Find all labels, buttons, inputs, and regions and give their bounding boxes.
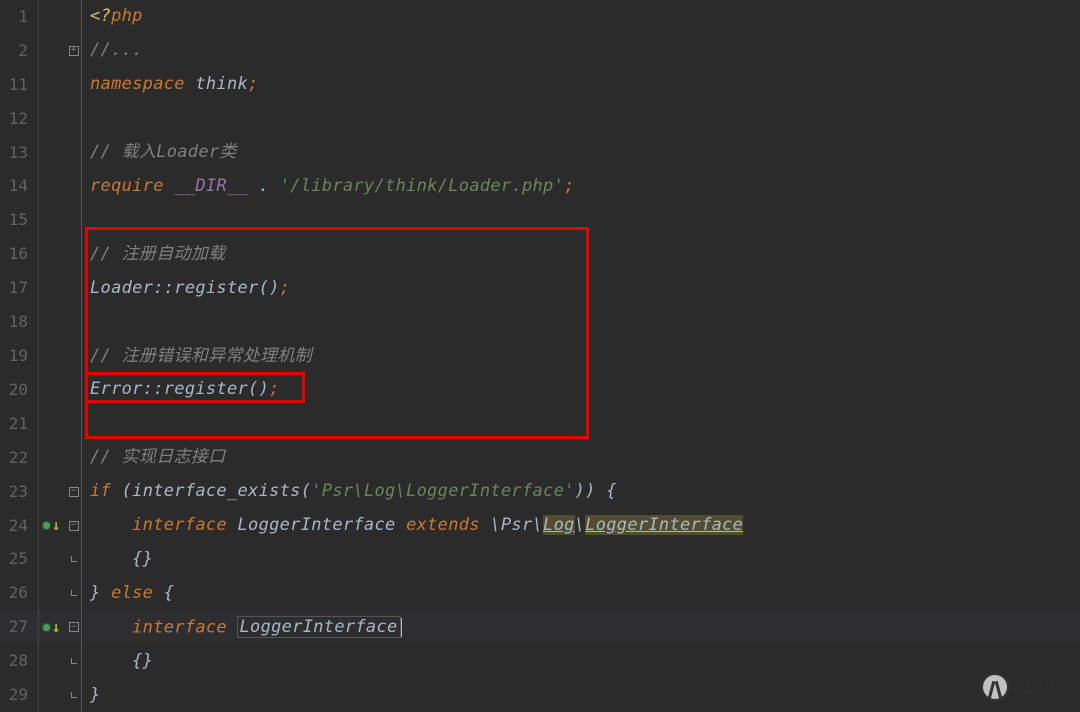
code-line[interactable]: 12 bbox=[0, 102, 1080, 136]
status-gutter: ↓ bbox=[38, 518, 66, 533]
fold-gutter[interactable]: − bbox=[66, 509, 82, 543]
fold-collapse-icon[interactable]: − bbox=[69, 622, 79, 632]
line-number: 11 bbox=[0, 77, 38, 93]
code-content[interactable]: } bbox=[82, 687, 101, 704]
fold-gutter bbox=[66, 0, 82, 34]
fold-gutter bbox=[66, 68, 82, 102]
code-line[interactable]: 16 // 注册自动加载 bbox=[0, 237, 1080, 271]
code-line[interactable]: 19 // 注册错误和异常处理机制 bbox=[0, 339, 1080, 373]
code-line[interactable]: 1 <?php bbox=[0, 0, 1080, 34]
line-number: 13 bbox=[0, 145, 38, 161]
code-line[interactable]: 2 +//... bbox=[0, 34, 1080, 68]
fold-gutter[interactable]: + bbox=[66, 34, 82, 68]
code-content[interactable]: //... bbox=[82, 42, 143, 59]
line-number: 2 bbox=[0, 43, 38, 59]
line-number: 14 bbox=[0, 178, 38, 194]
code-content[interactable]: // 注册错误和异常处理机制 bbox=[82, 348, 312, 365]
line-number: 22 bbox=[0, 450, 38, 466]
fold-end-icon bbox=[71, 556, 77, 562]
line-number: 25 bbox=[0, 551, 38, 567]
fold-gutter[interactable] bbox=[66, 543, 82, 577]
code-editor[interactable]: 1 <?php 2 +//... 11 namespace think; 12 13 // 载入… bbox=[0, 0, 1080, 712]
fold-end-icon bbox=[71, 590, 77, 596]
fold-gutter bbox=[66, 203, 82, 237]
line-number: 24 bbox=[0, 518, 38, 534]
code-line[interactable]: 29} bbox=[0, 678, 1080, 712]
fold-gutter bbox=[66, 305, 82, 339]
fold-gutter bbox=[66, 271, 82, 305]
code-content[interactable]: interface LoggerInterface bbox=[82, 618, 402, 637]
fold-gutter bbox=[66, 441, 82, 475]
fold-gutter bbox=[66, 339, 82, 373]
code-line[interactable]: 15 bbox=[0, 203, 1080, 237]
fold-gutter bbox=[66, 373, 82, 407]
code-content[interactable]: Error::register(); bbox=[82, 381, 280, 398]
line-number: 27 bbox=[0, 619, 38, 635]
fold-gutter[interactable] bbox=[66, 644, 82, 678]
line-number: 15 bbox=[0, 212, 38, 228]
code-content[interactable]: {} bbox=[82, 653, 153, 670]
fold-gutter bbox=[66, 102, 82, 136]
line-number: 12 bbox=[0, 111, 38, 127]
text-cursor bbox=[400, 618, 402, 637]
fold-expand-icon[interactable]: + bbox=[69, 46, 79, 56]
line-number: 26 bbox=[0, 585, 38, 601]
line-number: 21 bbox=[0, 416, 38, 432]
code-content[interactable]: // 载入Loader类 bbox=[82, 144, 237, 161]
fold-end-icon bbox=[71, 692, 77, 698]
interface-status-icon[interactable]: ↓ bbox=[43, 620, 60, 635]
code-line[interactable]: 17 Loader::register(); bbox=[0, 271, 1080, 305]
line-number: 23 bbox=[0, 484, 38, 500]
code-line[interactable]: 20 Error::register(); bbox=[0, 373, 1080, 407]
code-content[interactable]: interface LoggerInterface extends \Psr\L… bbox=[82, 517, 743, 534]
code-line[interactable]: 14 require __DIR__ . '/library/think/Load… bbox=[0, 170, 1080, 204]
code-line[interactable]: 21 bbox=[0, 407, 1080, 441]
code-content[interactable]: namespace think; bbox=[82, 76, 259, 93]
fold-collapse-icon[interactable]: − bbox=[69, 521, 79, 531]
code-content[interactable]: // 实现日志接口 bbox=[82, 449, 225, 466]
code-content[interactable]: // 注册自动加载 bbox=[82, 246, 225, 263]
fold-gutter[interactable]: − bbox=[66, 475, 82, 509]
line-number: 19 bbox=[0, 348, 38, 364]
fold-gutter[interactable] bbox=[66, 576, 82, 610]
code-content[interactable]: if (interface_exists('Psr\Log\LoggerInte… bbox=[82, 483, 617, 500]
code-line[interactable]: 18 bbox=[0, 305, 1080, 339]
line-number: 1 bbox=[0, 9, 38, 25]
code-line[interactable]: 26 } else { bbox=[0, 576, 1080, 610]
fold-end-icon bbox=[71, 658, 77, 664]
code-content[interactable]: Loader::register(); bbox=[82, 280, 290, 297]
brand-logo: 创新互联 CHUANG XIN HU LIAN bbox=[980, 670, 1070, 704]
fold-collapse-icon[interactable]: − bbox=[69, 487, 79, 497]
code-line[interactable]: 23 −if (interface_exists('Psr\Log\LoggerI… bbox=[0, 475, 1080, 509]
fold-gutter[interactable] bbox=[66, 678, 82, 712]
line-number: 16 bbox=[0, 246, 38, 262]
logo-icon bbox=[980, 672, 1010, 702]
logo-text-bottom: CHUANG XIN HU LIAN bbox=[1014, 690, 1068, 696]
line-number: 18 bbox=[0, 314, 38, 330]
line-number: 28 bbox=[0, 653, 38, 669]
code-line[interactable]: 27 ↓− interface LoggerInterface bbox=[0, 610, 1080, 644]
code-line[interactable]: 25 {} bbox=[0, 543, 1080, 577]
code-line[interactable]: 24 ↓− interface LoggerInterface extends \… bbox=[0, 509, 1080, 543]
line-number: 17 bbox=[0, 280, 38, 296]
line-number: 29 bbox=[0, 687, 38, 703]
code-line[interactable]: 13 // 载入Loader类 bbox=[0, 136, 1080, 170]
code-content[interactable]: require __DIR__ . '/library/think/Loader… bbox=[82, 178, 575, 195]
status-gutter: ↓ bbox=[38, 620, 66, 635]
fold-gutter[interactable]: − bbox=[66, 610, 82, 644]
fold-gutter bbox=[66, 170, 82, 204]
code-content[interactable]: <?php bbox=[82, 8, 143, 25]
code-line[interactable]: 22 // 实现日志接口 bbox=[0, 441, 1080, 475]
line-number: 20 bbox=[0, 382, 38, 398]
fold-gutter bbox=[66, 407, 82, 441]
code-content[interactable]: } else { bbox=[82, 585, 174, 602]
fold-gutter bbox=[66, 237, 82, 271]
fold-gutter bbox=[66, 136, 82, 170]
code-line[interactable]: 28 {} bbox=[0, 644, 1080, 678]
code-content[interactable]: {} bbox=[82, 551, 153, 568]
interface-status-icon[interactable]: ↓ bbox=[43, 518, 60, 533]
code-line[interactable]: 11 namespace think; bbox=[0, 68, 1080, 102]
